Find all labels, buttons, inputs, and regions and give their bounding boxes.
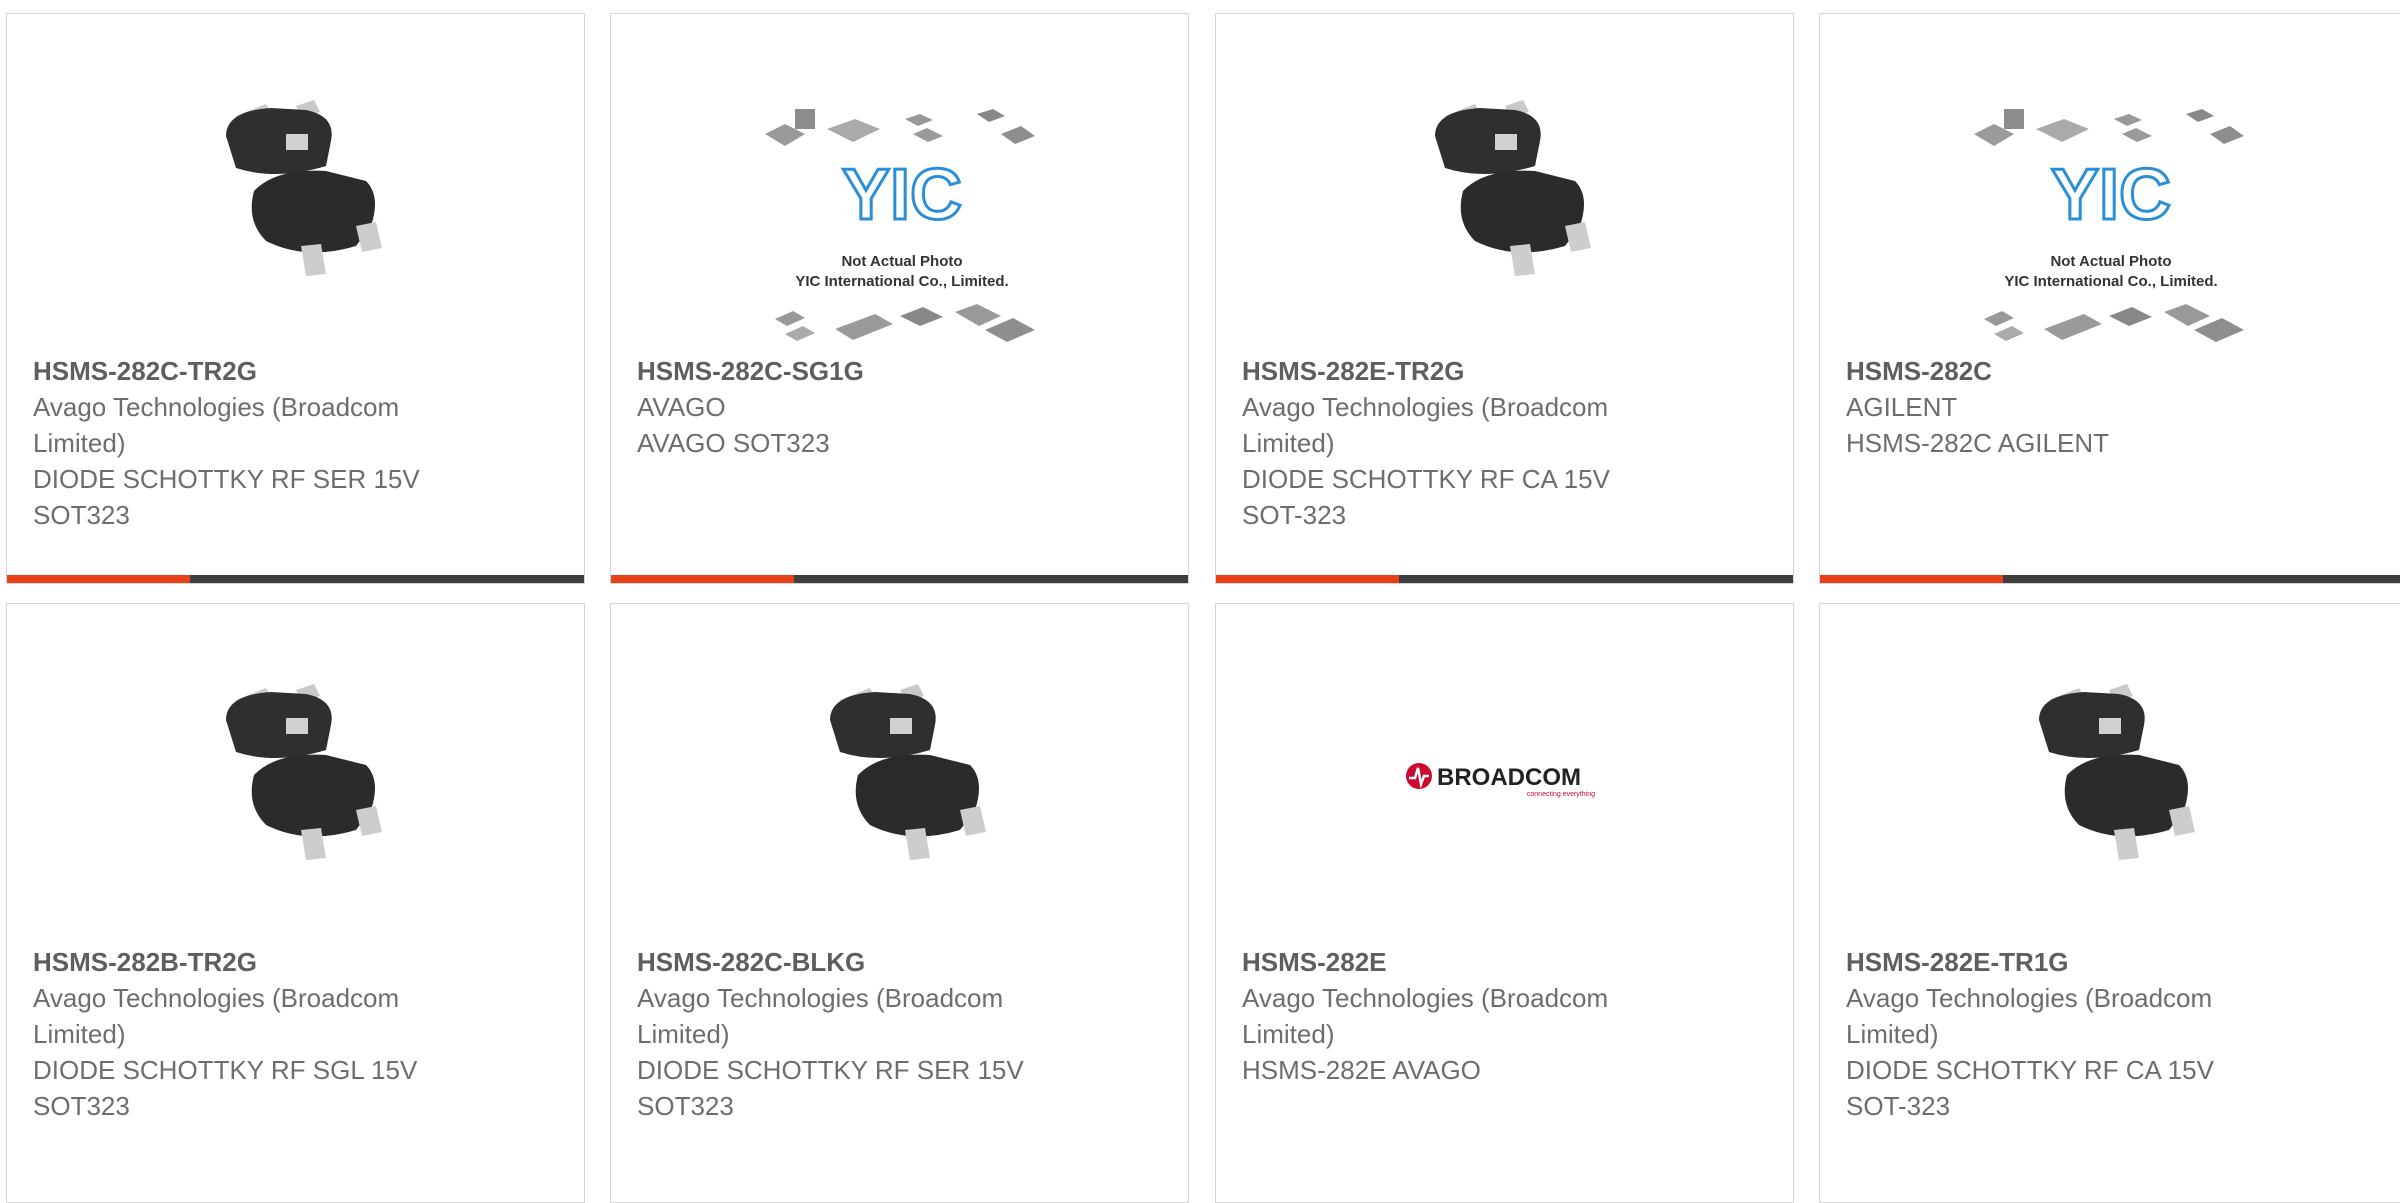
description: SOT323 xyxy=(637,1091,734,1121)
description: DIODE SCHOTTKY RF CA 15V xyxy=(1846,1055,2214,1085)
card-bottom-bar xyxy=(611,575,1188,583)
product-card[interactable]: YIC Not Actual Photo YIC International C… xyxy=(1819,13,2400,584)
product-image: YIC Not Actual Photo YIC International C… xyxy=(611,14,1188,349)
manufacturer: Avago Technologies (Broadcom xyxy=(33,392,400,422)
product-image xyxy=(1820,604,2397,939)
product-card[interactable]: HSMS-282E-TR2G Avago Technologies (Broad… xyxy=(1215,13,1794,584)
card-bottom-bar xyxy=(1216,575,1793,583)
description: DIODE SCHOTTKY RF CA 15V xyxy=(1242,464,1610,494)
product-image xyxy=(611,604,1188,939)
description: DIODE SCHOTTKY RF SGL 15V xyxy=(33,1055,418,1085)
product-image: YIC Not Actual Photo YIC International C… xyxy=(1820,14,2397,349)
placeholder-caption: Not Actual Photo xyxy=(841,253,962,270)
description: SOT323 xyxy=(33,500,130,530)
manufacturer: Limited) xyxy=(33,428,126,458)
product-card[interactable]: HSMS-282C-BLKG Avago Technologies (Broad… xyxy=(610,603,1189,1203)
product-image xyxy=(7,604,584,939)
product-card[interactable]: HSMS-282E-TR1G Avago Technologies (Broad… xyxy=(1819,603,2400,1203)
product-image xyxy=(1216,14,1793,349)
product-card[interactable]: HSMS-282C-TR2G Avago Technologies (Broad… xyxy=(6,13,585,584)
part-number[interactable]: HSMS-282C-SG1G xyxy=(637,353,1148,389)
card-bar-accent xyxy=(7,575,190,583)
sot323-package-photo xyxy=(1404,86,1605,296)
description: SOT-323 xyxy=(1846,1091,1951,1121)
yic-placeholder-image: YIC Not Actual Photo YIC International C… xyxy=(1973,104,2244,344)
sot323-package-photo xyxy=(2008,670,2209,880)
placeholder-caption: YIC International Co., Limited. xyxy=(2004,273,2217,290)
description: DIODE SCHOTTKY RF SER 15V xyxy=(637,1055,1024,1085)
description: HSMS-282C AGILENT xyxy=(1846,428,2109,458)
description: SOT-323 xyxy=(1242,500,1347,530)
product-info: HSMS-282E-TR2G Avago Technologies (Broad… xyxy=(1242,353,1753,533)
card-bar-accent xyxy=(1820,575,2003,583)
manufacturer: AVAGO xyxy=(637,392,726,422)
product-info: HSMS-282E-TR1G Avago Technologies (Broad… xyxy=(1846,944,2368,1124)
sot323-package-photo xyxy=(195,670,396,880)
yic-logo: YIC xyxy=(841,155,961,235)
product-card[interactable]: BROADCOM connecting everything HSMS-282E… xyxy=(1215,603,1794,1203)
card-bottom-bar xyxy=(7,575,584,583)
product-info: HSMS-282E Avago Technologies (Broadcom L… xyxy=(1242,944,1753,1088)
part-number[interactable]: HSMS-282C xyxy=(1846,353,2368,389)
manufacturer: AGILENT xyxy=(1846,392,1958,422)
card-bottom-bar xyxy=(1820,575,2400,583)
placeholder-caption: Not Actual Photo xyxy=(2050,253,2171,270)
yic-placeholder-image: YIC Not Actual Photo YIC International C… xyxy=(764,104,1035,344)
part-number[interactable]: HSMS-282C-TR2G xyxy=(33,353,544,389)
manufacturer: Limited) xyxy=(1242,1019,1335,1049)
broadcom-logo: BROADCOM connecting everything xyxy=(1405,763,1595,798)
product-card[interactable]: YIC Not Actual Photo YIC International C… xyxy=(610,13,1189,584)
description: SOT323 xyxy=(33,1091,130,1121)
broadcom-tagline: connecting everything xyxy=(1526,791,1594,798)
sot323-package-photo xyxy=(195,86,396,296)
part-number[interactable]: HSMS-282B-TR2G xyxy=(33,944,544,980)
part-number[interactable]: HSMS-282E-TR1G xyxy=(1846,944,2368,980)
product-info: HSMS-282C-TR2G Avago Technologies (Broad… xyxy=(33,353,544,533)
product-info: HSMS-282C-BLKG Avago Technologies (Broad… xyxy=(637,944,1148,1124)
product-info: HSMS-282C-SG1G AVAGO AVAGO SOT323 xyxy=(637,353,1148,461)
part-number[interactable]: HSMS-282C-BLKG xyxy=(637,944,1148,980)
manufacturer: Limited) xyxy=(1846,1019,1939,1049)
manufacturer: Limited) xyxy=(637,1019,730,1049)
product-grid: HSMS-282C-TR2G Avago Technologies (Broad… xyxy=(0,0,2400,1203)
manufacturer: Avago Technologies (Broadcom xyxy=(637,983,1004,1013)
product-image: BROADCOM connecting everything xyxy=(1216,604,1793,939)
card-bar-accent xyxy=(1216,575,1399,583)
manufacturer: Avago Technologies (Broadcom xyxy=(1846,983,2213,1013)
product-info: HSMS-282B-TR2G Avago Technologies (Broad… xyxy=(33,944,544,1124)
manufacturer: Avago Technologies (Broadcom xyxy=(1242,392,1609,422)
card-bar-accent xyxy=(611,575,794,583)
product-card[interactable]: HSMS-282B-TR2G Avago Technologies (Broad… xyxy=(6,603,585,1203)
description: AVAGO SOT323 xyxy=(637,428,830,458)
description: DIODE SCHOTTKY RF SER 15V xyxy=(33,464,420,494)
description: HSMS-282E AVAGO xyxy=(1242,1055,1481,1085)
placeholder-caption: YIC International Co., Limited. xyxy=(795,273,1008,290)
manufacturer: Avago Technologies (Broadcom xyxy=(1242,983,1609,1013)
manufacturer: Limited) xyxy=(1242,428,1335,458)
manufacturer: Avago Technologies (Broadcom xyxy=(33,983,400,1013)
manufacturer: Limited) xyxy=(33,1019,126,1049)
part-number[interactable]: HSMS-282E xyxy=(1242,944,1753,980)
broadcom-wordmark: BROADCOM xyxy=(1437,764,1581,791)
sot323-package-photo xyxy=(799,670,1000,880)
product-image xyxy=(7,14,584,349)
product-info: HSMS-282C AGILENT HSMS-282C AGILENT xyxy=(1846,353,2368,461)
part-number[interactable]: HSMS-282E-TR2G xyxy=(1242,353,1753,389)
yic-logo: YIC xyxy=(2050,155,2170,235)
